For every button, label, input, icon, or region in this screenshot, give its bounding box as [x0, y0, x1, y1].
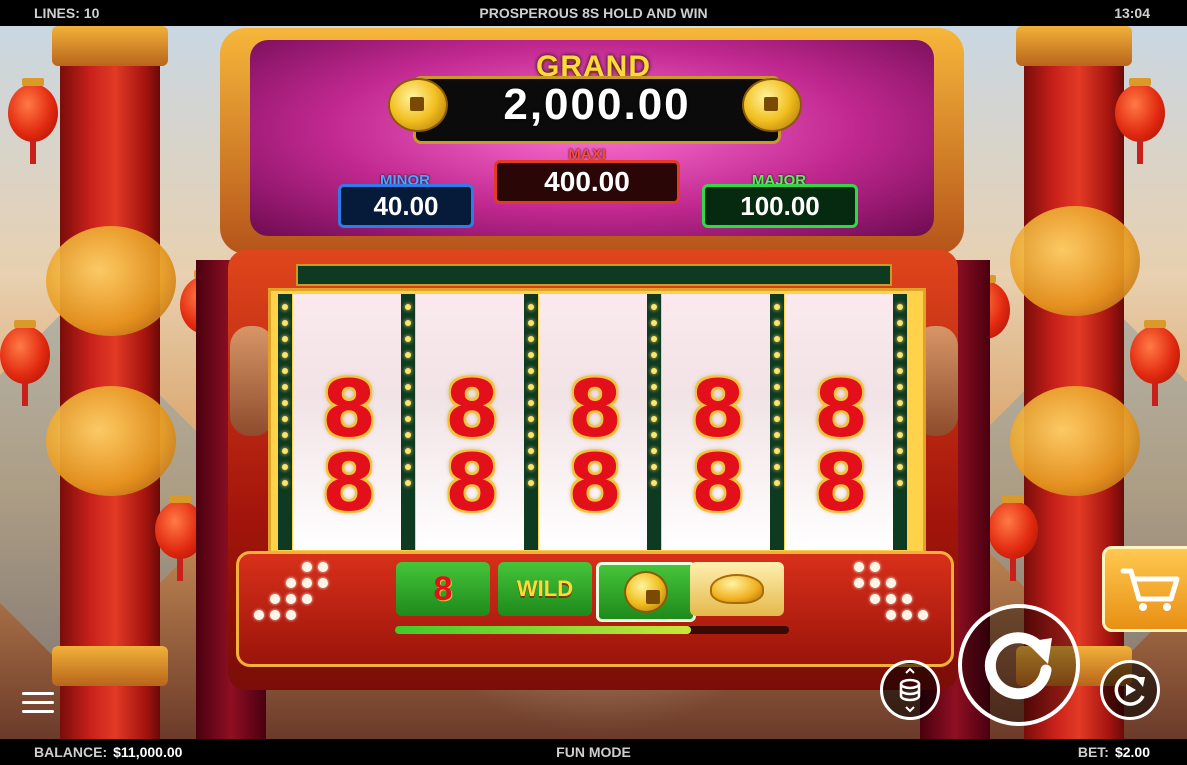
eight-symbol: 8: [444, 365, 500, 455]
feature-progress-fill: [395, 626, 691, 634]
spin-button[interactable]: [958, 604, 1080, 726]
gold-ingot-icon: [710, 574, 764, 604]
maxi-jackpot-value: 400.00: [494, 160, 680, 204]
bet-label: BET:: [1077, 744, 1109, 760]
eight-symbol: 8: [444, 439, 500, 529]
lantern-icon: [0, 320, 50, 406]
reel-2: 8 8: [416, 294, 524, 550]
coin-stack-icon: [899, 667, 921, 713]
bet-value: $2.00: [1114, 744, 1150, 760]
game-title: PROSPEROUS 8S HOLD AND WIN: [479, 5, 708, 21]
eight-symbol: 8: [321, 439, 377, 529]
major-jackpot-value: 100.00: [702, 184, 858, 228]
top-rail: [296, 264, 892, 286]
eight-symbol: 8: [813, 365, 869, 455]
menu-button[interactable]: [22, 692, 54, 716]
coin-icon: [742, 78, 802, 132]
reel-1: 8 8: [293, 294, 401, 550]
eight-symbol: 8: [321, 365, 377, 455]
feature-wild-tile: WILD: [498, 562, 592, 616]
dragon-carving: [46, 226, 176, 336]
feature-eight-tile: 8: [396, 562, 490, 616]
eight-symbol: 8: [813, 439, 869, 529]
lantern-icon: [8, 78, 58, 164]
bet-display: BET: $2.00: [1078, 744, 1150, 760]
dragon-carving: [1010, 386, 1140, 496]
top-status-bar: LINES: 10 PROSPEROUS 8S HOLD AND WIN 13:…: [0, 0, 1187, 26]
lantern-icon: [1130, 320, 1180, 406]
eight-symbol: 8: [567, 439, 623, 529]
game-scene: GRAND 2,000.00 MAXI 400.00 MINOR 40.00 M…: [0, 26, 1187, 739]
autoplay-icon: [1114, 674, 1145, 706]
spin-arrow-icon: [984, 632, 1052, 700]
coin-icon: [624, 571, 668, 613]
eight-symbol: 8: [690, 365, 746, 455]
light-dots: [854, 562, 934, 628]
feature-gold-tile: [690, 562, 784, 616]
reel-4: 8 8: [662, 294, 770, 550]
bottom-status-bar: BALANCE: $11,000.00 FUN MODE BET: $2.00: [0, 739, 1187, 765]
light-dots: [252, 562, 332, 628]
left-pillar: [46, 26, 176, 739]
feature-progress-bar: [395, 626, 789, 634]
dragon-carving: [1010, 206, 1140, 316]
eight-symbol: 8: [690, 439, 746, 529]
clock: 13:04: [1114, 5, 1150, 21]
feature-panel: [236, 551, 954, 667]
lantern-icon: [988, 495, 1038, 581]
lantern-icon: [1115, 78, 1165, 164]
dragon-carving: [46, 386, 176, 496]
reel-3: 8 8: [539, 294, 647, 550]
autoplay-button[interactable]: [1100, 660, 1160, 720]
feature-coin-tile: [596, 562, 696, 622]
minor-jackpot-value: 40.00: [338, 184, 474, 228]
cart-icon: [1120, 568, 1180, 611]
reel-5: 8 8: [785, 294, 893, 550]
coin-icon: [388, 78, 448, 132]
shop-button[interactable]: [1102, 546, 1187, 632]
mode-indicator: FUN MODE: [556, 744, 631, 760]
eight-symbol: 8: [567, 365, 623, 455]
bet-settings-button[interactable]: [880, 660, 940, 720]
grand-jackpot-value: 2,000.00: [503, 80, 691, 129]
